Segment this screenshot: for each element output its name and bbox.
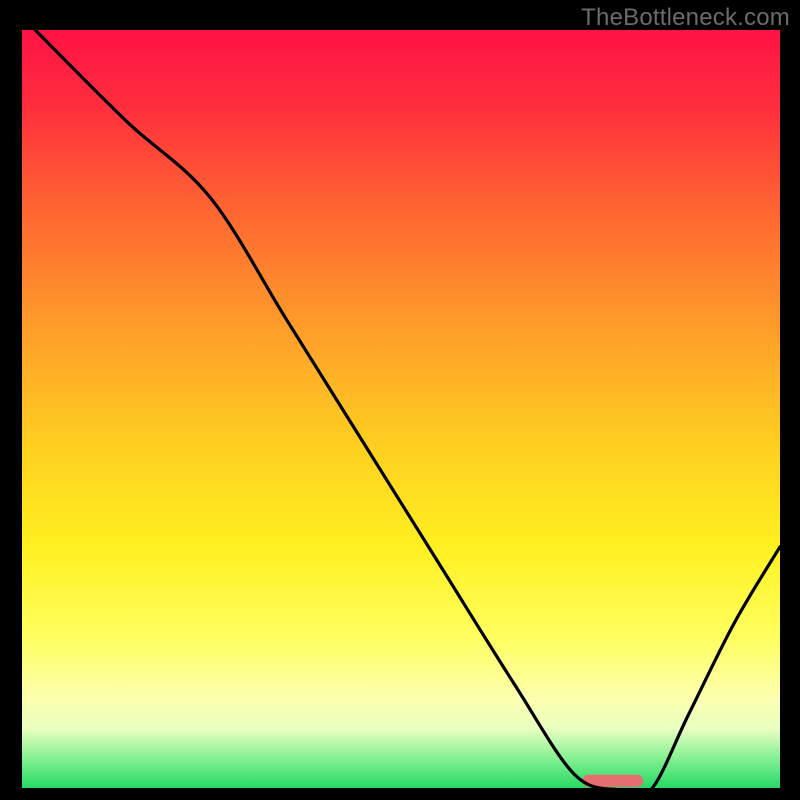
chart-plot (20, 30, 780, 790)
chart-frame: TheBottleneck.com (0, 0, 800, 800)
chart-svg (20, 30, 780, 790)
watermark-text: TheBottleneck.com (581, 4, 790, 32)
gradient-background (20, 30, 780, 790)
